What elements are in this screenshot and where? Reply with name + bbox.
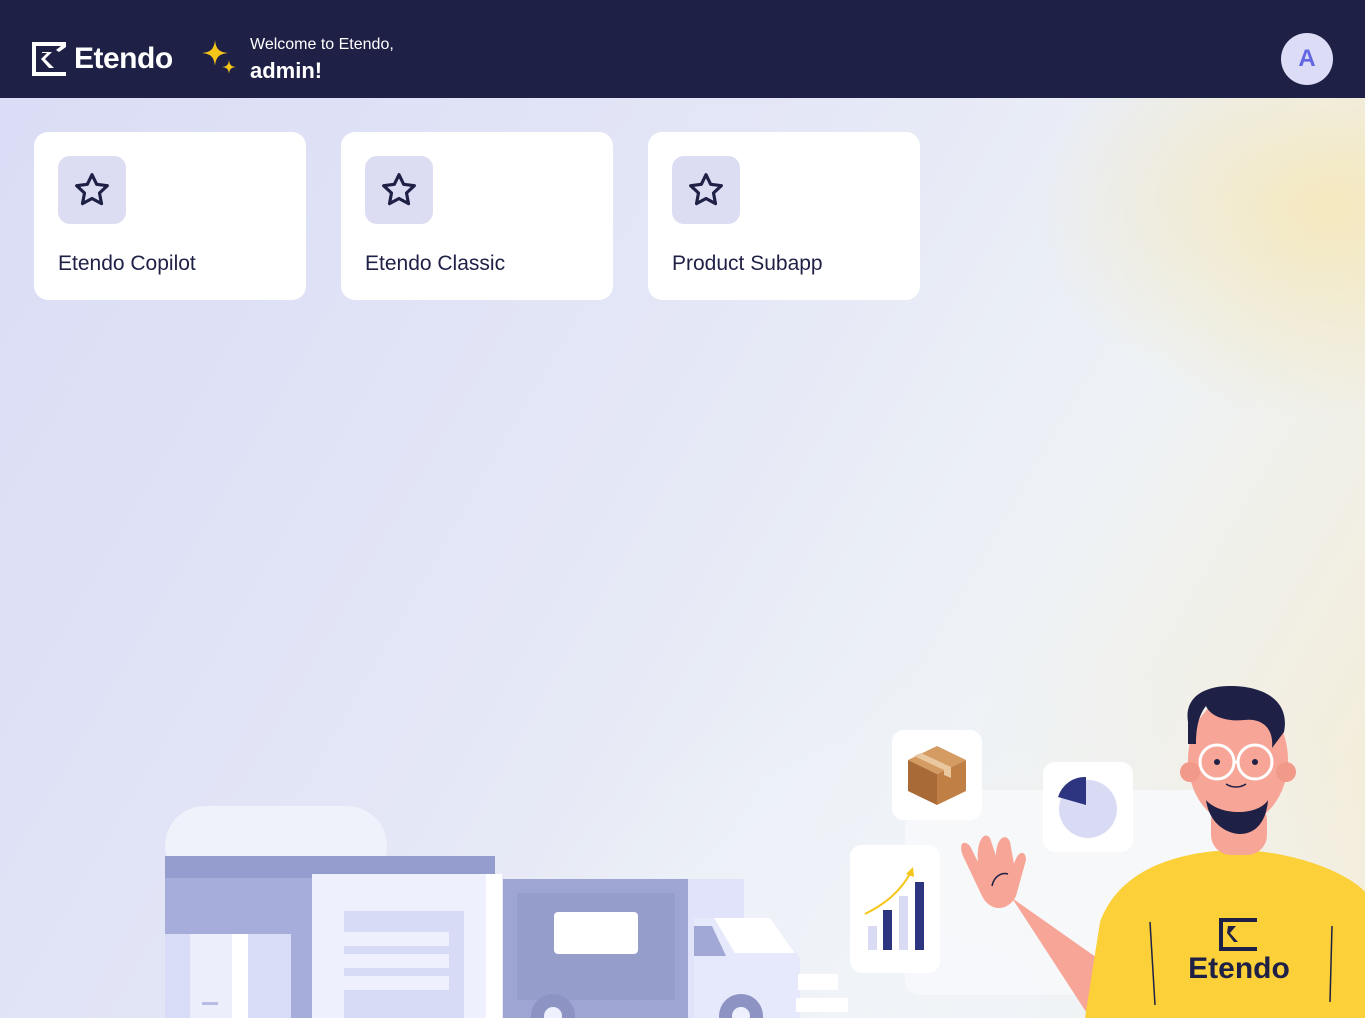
truck-illustration (503, 879, 848, 1018)
app-cards: Etendo Copilot Etendo Classic Product Su… (34, 132, 920, 300)
welcome-illustration: Etendo (165, 686, 1365, 1018)
card-label: Product Subapp (672, 252, 823, 275)
warehouse-illustration (165, 806, 502, 1018)
logo-text: Etendo (74, 42, 173, 75)
top-bar: Etendo Welcome to Etendo, admin! A (0, 0, 1365, 98)
card-label: Etendo Classic (365, 252, 506, 275)
card-icon-box (365, 156, 433, 224)
pie-chart-card (1043, 762, 1133, 852)
card-icon-box (58, 156, 126, 224)
card-product-subapp[interactable]: Product Subapp (648, 132, 920, 300)
star-icon (382, 173, 416, 206)
card-icon-box (672, 156, 740, 224)
welcome-username: admin! (250, 58, 323, 83)
card-etendo-classic[interactable]: Etendo Classic (341, 132, 613, 300)
etendo-logo[interactable]: Etendo (30, 40, 173, 78)
card-label: Etendo Copilot (58, 252, 196, 275)
box-card (892, 730, 982, 820)
sparkle-icon (202, 40, 236, 74)
user-avatar[interactable]: A (1281, 33, 1333, 85)
star-icon (75, 173, 109, 206)
welcome-line: Welcome to Etendo, (250, 36, 394, 53)
card-etendo-copilot[interactable]: Etendo Copilot (34, 132, 306, 300)
bar-chart-card (850, 845, 940, 973)
star-icon (689, 173, 723, 206)
shirt-logo-text: Etendo (1188, 952, 1290, 985)
welcome-message: Welcome to Etendo, admin! (250, 36, 394, 84)
etendo-logo-icon (32, 42, 66, 76)
